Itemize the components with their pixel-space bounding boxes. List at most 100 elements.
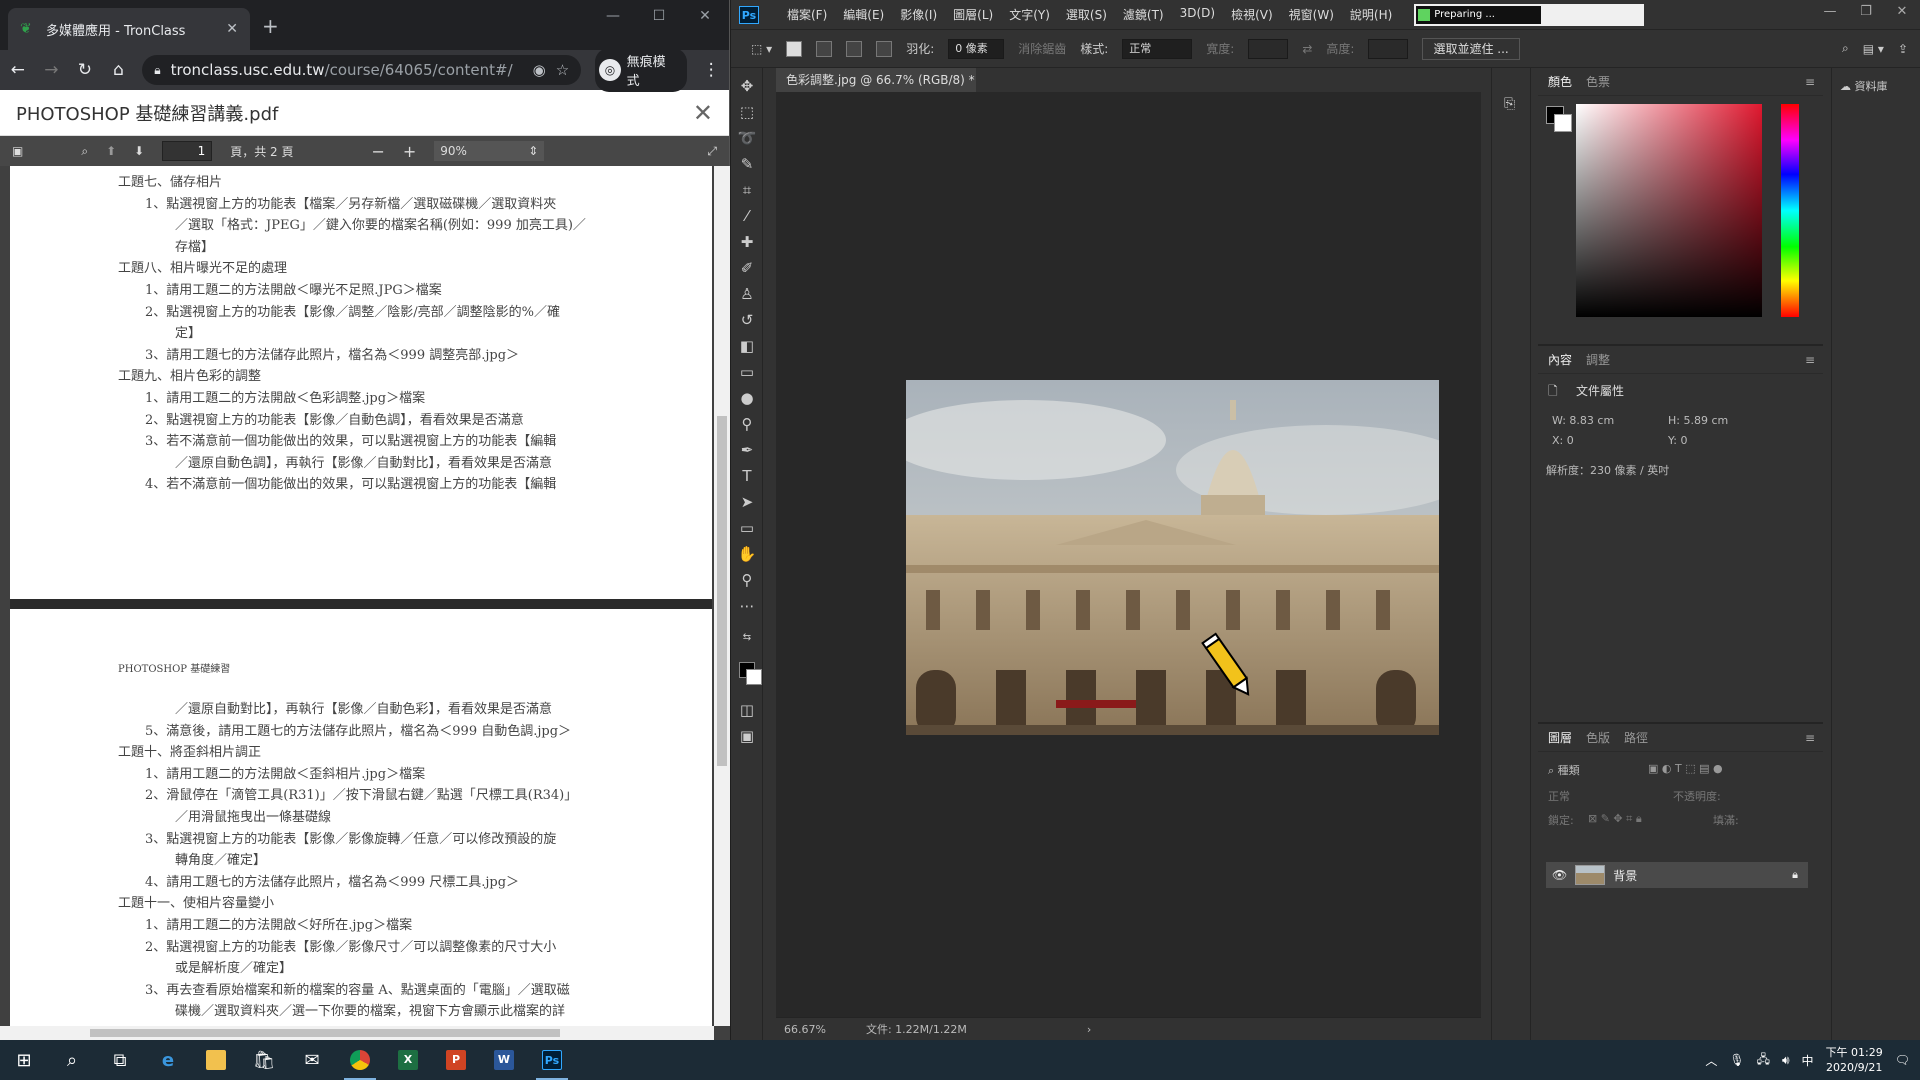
back-icon[interactable]: ← bbox=[8, 60, 28, 80]
tab-swatches[interactable]: 色票 bbox=[1586, 73, 1610, 90]
home-icon[interactable]: ⌂ bbox=[109, 60, 129, 80]
status-expand-icon[interactable]: › bbox=[1087, 1023, 1091, 1036]
minimize-icon[interactable]: — bbox=[1812, 4, 1848, 19]
volume-icon[interactable]: 🔊︎ bbox=[1782, 1053, 1790, 1068]
gradient-tool-icon[interactable]: ▭ bbox=[737, 362, 757, 382]
path-select-icon[interactable]: ➤ bbox=[737, 492, 757, 512]
file-explorer-button[interactable] bbox=[192, 1040, 240, 1080]
marquee-tool-icon[interactable]: ⬚ bbox=[737, 102, 757, 122]
incognito-badge[interactable]: ◎ 無痕模式 bbox=[595, 48, 688, 92]
pdf-viewport[interactable]: 工題七、儲存相片 1、點選視窗上方的功能表【檔案／另存新檔／選取磁碟機／選取資料夾… bbox=[0, 166, 730, 1040]
panel-menu-icon[interactable]: ≡ bbox=[1805, 75, 1815, 89]
history-brush-icon[interactable]: ↺ bbox=[737, 310, 757, 330]
tab-channels[interactable]: 色版 bbox=[1586, 729, 1610, 746]
dodge-tool-icon[interactable]: ⚲ bbox=[737, 414, 757, 434]
maximize-icon[interactable]: ☐ bbox=[636, 8, 682, 24]
close-window-icon[interactable]: ✕ bbox=[1884, 4, 1920, 19]
document-tab[interactable]: 色彩調整.jpg @ 66.7% (RGB/8) * × bbox=[776, 68, 976, 111]
swap-icon[interactable]: ⇄ bbox=[1302, 42, 1312, 56]
horizontal-scrollbar[interactable] bbox=[0, 1026, 714, 1040]
layer-row[interactable]: 👁︎ 背景 🔒︎ bbox=[1546, 862, 1808, 888]
layer-lock-icon[interactable]: 🔒︎ bbox=[1792, 868, 1798, 882]
move-tool-icon[interactable]: ✥ bbox=[737, 76, 757, 96]
browser-tab[interactable]: ❦ 多媒體應用 - TronClass ✕ bbox=[8, 8, 250, 50]
style-select[interactable]: 正常 bbox=[1122, 38, 1193, 59]
prop-y[interactable]: Y: 0 bbox=[1668, 434, 1687, 447]
lasso-tool-icon[interactable]: ➰ bbox=[737, 128, 757, 148]
prop-width[interactable]: W: 8.83 cm bbox=[1552, 414, 1614, 427]
clock[interactable]: 下午 01:29 2020/9/21 bbox=[1826, 1045, 1883, 1075]
notification-icon[interactable]: 🗨︎ bbox=[1895, 1053, 1910, 1067]
prop-x[interactable]: X: 0 bbox=[1552, 434, 1574, 447]
background-color[interactable] bbox=[746, 669, 762, 685]
reload-icon[interactable]: ↻ bbox=[75, 60, 95, 80]
tracking-blocked-icon[interactable]: ◉ bbox=[533, 61, 546, 79]
panel-menu-icon[interactable]: ≡ bbox=[1805, 731, 1815, 745]
excel-button[interactable]: X bbox=[384, 1040, 432, 1080]
visibility-eye-icon[interactable]: 👁︎ bbox=[1552, 868, 1567, 882]
tab-color[interactable]: 顏色 bbox=[1548, 73, 1572, 90]
panel-menu-icon[interactable]: ≡ bbox=[1805, 353, 1815, 367]
eraser-tool-icon[interactable]: ◧ bbox=[737, 336, 757, 356]
forward-icon[interactable]: → bbox=[42, 60, 62, 80]
stamp-tool-icon[interactable]: ♙ bbox=[737, 284, 757, 304]
more-menu-icon[interactable]: ⋮ bbox=[701, 60, 721, 80]
more-tools-icon[interactable]: ⋯ bbox=[737, 596, 757, 616]
menu-item[interactable]: 視窗(W) bbox=[1281, 6, 1342, 23]
lock-icons[interactable]: ⊠ ✎ ✥ ⌗ 🔒︎ bbox=[1588, 812, 1642, 826]
healing-brush-icon[interactable]: ✚ bbox=[737, 232, 757, 252]
zoom-in-icon[interactable]: + bbox=[403, 142, 416, 161]
minimize-icon[interactable]: — bbox=[590, 8, 636, 24]
vertical-scrollbar[interactable] bbox=[714, 166, 730, 1026]
new-tab-icon[interactable]: + bbox=[262, 14, 279, 38]
close-tab-icon[interactable]: ✕ bbox=[226, 21, 238, 37]
next-page-icon[interactable]: ⬇ bbox=[134, 144, 144, 158]
mail-button[interactable]: ✉ bbox=[288, 1040, 336, 1080]
menu-item[interactable]: 檢視(V) bbox=[1223, 6, 1281, 23]
share-icon[interactable]: ⇪ bbox=[1898, 42, 1908, 56]
quick-select-icon[interactable]: ✎ bbox=[737, 154, 757, 174]
chrome-button[interactable] bbox=[336, 1040, 384, 1080]
height-input[interactable] bbox=[1368, 38, 1409, 59]
scroll-thumb[interactable] bbox=[90, 1029, 560, 1037]
menu-item[interactable]: 說明(H) bbox=[1342, 6, 1400, 23]
photoshop-button[interactable]: Ps bbox=[528, 1040, 576, 1080]
antialias-checkbox[interactable]: 消除鋸齒 bbox=[1018, 40, 1066, 57]
hand-tool-icon[interactable]: ✋ bbox=[737, 544, 757, 564]
powerpoint-button[interactable]: P bbox=[432, 1040, 480, 1080]
menu-item[interactable]: 濾鏡(T) bbox=[1115, 6, 1172, 23]
width-input[interactable] bbox=[1248, 38, 1289, 59]
swap-colors-icon[interactable]: ⇆ bbox=[737, 628, 757, 648]
menu-item[interactable]: 圖層(L) bbox=[945, 6, 1001, 23]
pen-tool-icon[interactable]: ✒ bbox=[737, 440, 757, 460]
menu-item[interactable]: 3D(D) bbox=[1172, 6, 1223, 23]
quick-mask-icon[interactable]: ◫ bbox=[737, 700, 757, 720]
color-picker-field[interactable] bbox=[1576, 104, 1762, 317]
tab-properties[interactable]: 內容 bbox=[1548, 351, 1572, 368]
word-button[interactable]: W bbox=[480, 1040, 528, 1080]
eyedropper-icon[interactable]: ⁄ bbox=[737, 206, 757, 226]
close-viewer-icon[interactable]: ✕ bbox=[693, 99, 713, 127]
brush-tool-icon[interactable]: ✐ bbox=[737, 258, 757, 278]
prev-page-icon[interactable]: ⬆ bbox=[106, 144, 116, 158]
workspace-icon[interactable]: ▤ ▾ bbox=[1863, 42, 1884, 56]
type-tool-icon[interactable]: T bbox=[737, 466, 757, 486]
search-button[interactable]: ⌕ bbox=[48, 1040, 96, 1080]
zoom-select[interactable]: 90% ⇕ bbox=[434, 141, 545, 161]
search-icon[interactable]: ⌕ bbox=[81, 144, 88, 159]
prop-height[interactable]: H: 5.89 cm bbox=[1668, 414, 1728, 427]
new-selection-icon[interactable] bbox=[786, 40, 803, 57]
shape-tool-icon[interactable]: ▭ bbox=[737, 518, 757, 538]
menu-item[interactable]: 選取(S) bbox=[1058, 6, 1115, 23]
start-button[interactable]: ⊞ bbox=[0, 1040, 48, 1080]
search-icon[interactable]: ⌕ bbox=[1842, 41, 1849, 56]
select-and-mask-button[interactable]: 選取並遮住 ... bbox=[1422, 37, 1520, 60]
add-selection-icon[interactable] bbox=[816, 40, 833, 57]
bg-swatch[interactable] bbox=[1554, 114, 1572, 132]
menu-item[interactable]: 檔案(F) bbox=[779, 6, 835, 23]
history-panel-icon[interactable]: ⎘ bbox=[1504, 96, 1515, 112]
sidebar-toggle-icon[interactable]: ▣ bbox=[12, 144, 23, 158]
microphone-icon[interactable]: 🎙︎ bbox=[1729, 1053, 1744, 1067]
restore-icon[interactable]: ❐ bbox=[1848, 4, 1884, 19]
tab-paths[interactable]: 路徑 bbox=[1624, 729, 1648, 746]
